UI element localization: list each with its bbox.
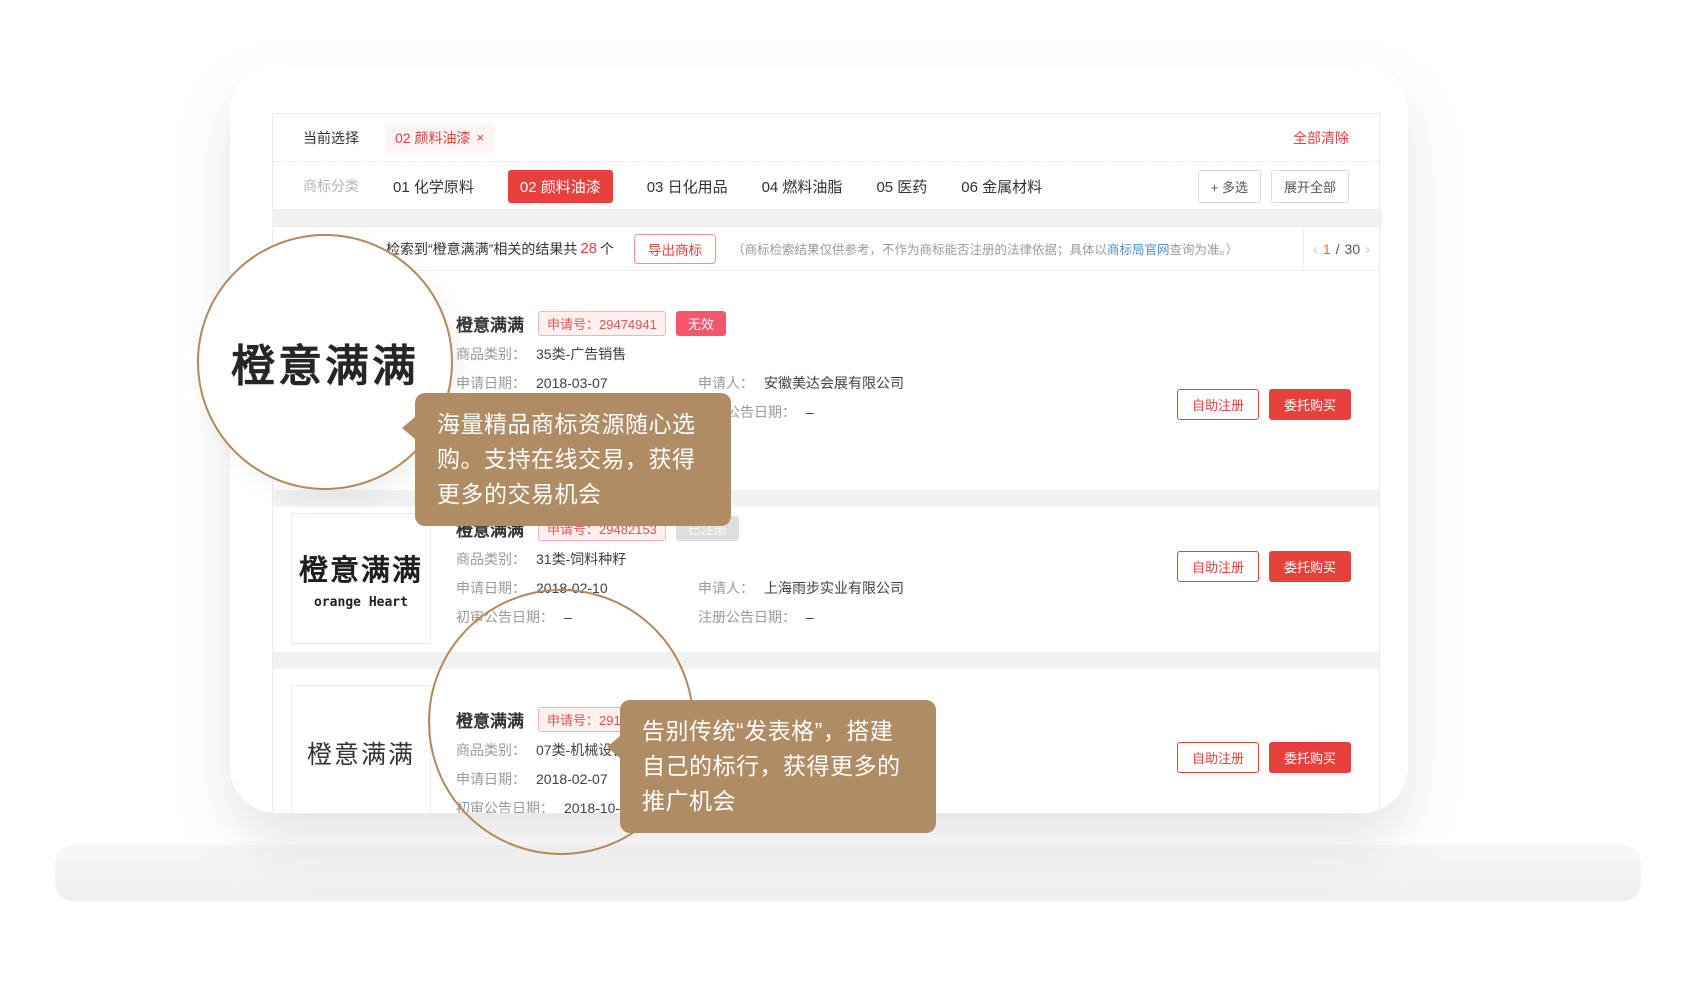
panel-divider	[272, 210, 1382, 226]
tooltip-bubble: 告别传统“发表格”，搭建 自己的标行，获得更多的 推广机会	[620, 700, 936, 833]
trademark-logo: 橙意满满 orange Heart	[291, 513, 431, 644]
category-tools: + 多选 展开全部	[1198, 170, 1349, 203]
applicant-label: 申请人：	[698, 579, 754, 598]
self-register-button[interactable]: 自助注册	[1177, 551, 1259, 582]
tooltip-line: 推广机会	[642, 784, 936, 819]
category-item-04[interactable]: 04 燃料油脂	[762, 176, 843, 197]
category-value: 35类-广告销售	[536, 345, 626, 364]
disclaimer-suffix: 查询为准。）	[1170, 243, 1239, 257]
export-trademarks-button[interactable]: 导出商标	[634, 234, 716, 264]
trademark-logo-subtext: orange Heart	[314, 595, 408, 610]
apply-date-label: 申请日期：	[456, 374, 526, 393]
pagination: ‹ 1 / 30 ›	[1303, 227, 1379, 271]
category-item-01[interactable]: 01 化学原料	[393, 176, 474, 197]
disclaimer-text: （商标检索结果仅供参考，不作为商标能否注册的法律依据；具体以商标局官网查询为准。…	[732, 239, 1238, 258]
page-separator: /	[1336, 241, 1340, 257]
entrust-purchase-button[interactable]: 委托购买	[1269, 742, 1351, 773]
row-actions: 自助注册 委托购买	[1177, 742, 1351, 773]
filter-panel: 当前选择 02 颜料油漆 × 全部清除 商标分类 01 化学原料 02 颜料油漆…	[272, 113, 1380, 210]
entrust-purchase-button[interactable]: 委托购买	[1269, 389, 1351, 420]
category-label: 商品类别：	[456, 550, 526, 569]
trademark-logo: 橙意满满	[291, 685, 431, 813]
reg-date-value: –	[806, 608, 814, 627]
remove-filter-icon[interactable]: ×	[476, 130, 484, 145]
current-page: 1	[1323, 241, 1331, 257]
prev-page-icon[interactable]: ‹	[1313, 241, 1318, 258]
tooltip-line: 海量精品商标资源随心选	[437, 407, 731, 442]
apply-date-label: 申请日期：	[456, 579, 526, 598]
table-row: 橙意满满 orange Heart 橙意满满 申请号：29482153 已注册 …	[273, 507, 1379, 652]
row-actions: 自助注册 委托购买	[1177, 551, 1351, 582]
tooltip-bubble: 海量精品商标资源随心选 购。支持在线交易，获得 更多的交易机会	[415, 393, 731, 526]
disclaimer-prefix: （商标检索结果仅供参考，不作为商标能否注册的法律依据；具体以	[732, 243, 1107, 257]
reg-date-label: 注册公告日期：	[698, 608, 796, 627]
result-count: 28	[580, 240, 597, 257]
tooltip-line: 自己的标行，获得更多的	[642, 749, 936, 784]
total-pages: 30	[1345, 241, 1361, 257]
selected-filter-tag[interactable]: 02 颜料油漆 ×	[385, 123, 494, 153]
magnified-trademark-text: 橙意满满	[231, 330, 419, 394]
laptop-base	[55, 845, 1641, 901]
self-register-button[interactable]: 自助注册	[1177, 389, 1259, 420]
status-badge: 无效	[676, 311, 726, 336]
category-item-05[interactable]: 05 医药	[876, 176, 927, 197]
category-item-02-active[interactable]: 02 颜料油漆	[508, 170, 613, 203]
current-selection-label: 当前选择	[303, 128, 359, 148]
apply-date-value: 2018-03-07	[536, 374, 608, 393]
result-count-unit: 个	[600, 239, 614, 259]
clear-all-button[interactable]: 全部清除	[1293, 128, 1349, 148]
self-register-button[interactable]: 自助注册	[1177, 742, 1259, 773]
application-number-tag: 申请号：29474941	[538, 311, 666, 336]
current-selection-row: 当前选择 02 颜料油漆 × 全部清除	[273, 114, 1379, 162]
page: 当前选择 02 颜料油漆 × 全部清除 商标分类 01 化学原料 02 颜料油漆…	[0, 0, 1696, 1002]
applicant-value: 安徽美达会展有限公司	[764, 374, 904, 393]
results-header: 检索到“橙意满满”相关的结果共 28 个 导出商标 （商标检索结果仅供参考，不作…	[273, 227, 1379, 271]
category-item-03[interactable]: 03 日化用品	[647, 176, 728, 197]
expand-all-button[interactable]: 展开全部	[1271, 170, 1349, 203]
reg-date-value: –	[806, 403, 814, 422]
tooltip-line: 购。支持在线交易，获得	[437, 442, 731, 477]
category-value: 31类-饲料种籽	[536, 550, 626, 569]
selected-filter-tag-label: 02 颜料油漆	[395, 128, 470, 148]
trademark-logo-text: 橙意满满	[307, 735, 415, 771]
applicant-label: 申请人：	[698, 374, 754, 393]
next-page-icon[interactable]: ›	[1365, 241, 1370, 258]
results-summary: 检索到“橙意满满”相关的结果共	[386, 239, 577, 259]
trademark-name: 橙意满满	[456, 311, 524, 336]
category-filter-label: 商标分类	[303, 176, 359, 196]
category-label: 商品类别：	[456, 345, 526, 364]
category-row: 商标分类 01 化学原料 02 颜料油漆 03 日化用品 04 燃料油脂 05 …	[273, 162, 1379, 210]
tooltip-arrow	[607, 736, 620, 758]
official-site-link[interactable]: 商标局官网	[1107, 243, 1170, 257]
row-actions: 自助注册 委托购买	[1177, 389, 1351, 420]
entrust-purchase-button[interactable]: 委托购买	[1269, 551, 1351, 582]
multi-select-button[interactable]: + 多选	[1198, 170, 1261, 203]
trademark-logo-text: 橙意满满	[299, 547, 423, 589]
tooltip-line: 告别传统“发表格”，搭建	[642, 714, 936, 749]
applicant-value: 上海雨步实业有限公司	[764, 579, 904, 598]
category-item-06[interactable]: 06 金属材料	[961, 176, 1042, 197]
tooltip-line: 更多的交易机会	[437, 477, 731, 512]
tooltip-arrow	[402, 417, 415, 439]
